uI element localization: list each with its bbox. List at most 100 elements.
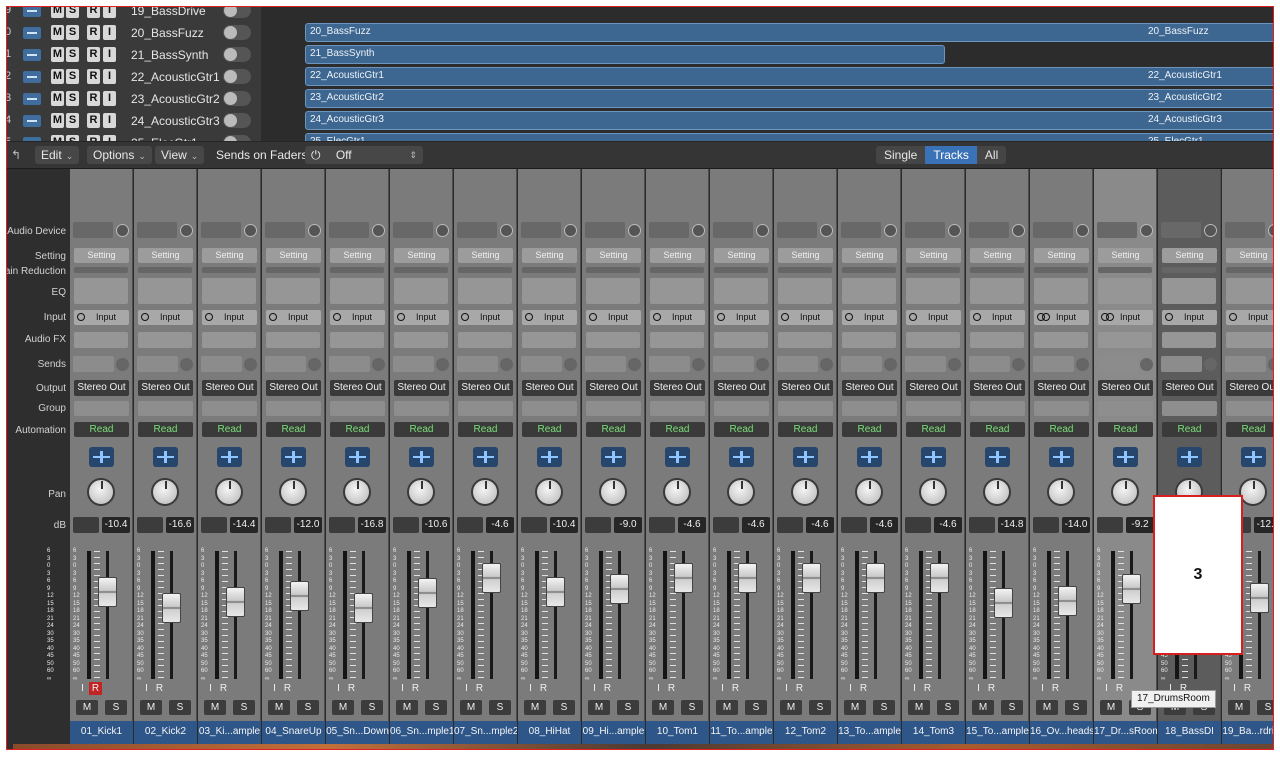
audio-device-knob-icon[interactable] bbox=[372, 224, 385, 237]
track-header[interactable]: 4 MSRI 24_AcousticGtr3 bbox=[7, 110, 261, 133]
pan-knob[interactable] bbox=[1047, 478, 1075, 506]
volume-readout[interactable]: -4.6 bbox=[742, 517, 770, 533]
send-knob-icon[interactable] bbox=[948, 358, 961, 371]
output-slot[interactable]: Stereo Out bbox=[74, 380, 129, 396]
track-on-toggle[interactable] bbox=[223, 69, 251, 84]
solo-button[interactable]: S bbox=[809, 700, 831, 715]
audio-device-slot[interactable] bbox=[905, 222, 945, 238]
input-slot[interactable]: Input bbox=[778, 310, 833, 325]
mono-icon[interactable] bbox=[141, 313, 149, 321]
track-header[interactable]: 1 MSRI 21_BassSynth bbox=[7, 44, 261, 67]
audio-device-knob-icon[interactable] bbox=[1140, 224, 1153, 237]
volume-readout[interactable]: -4.6 bbox=[486, 517, 514, 533]
automation-mode[interactable]: Read bbox=[1098, 422, 1153, 437]
volume-readout[interactable]: -4.6 bbox=[806, 517, 834, 533]
solo-button[interactable]: S bbox=[105, 700, 127, 715]
mono-icon[interactable] bbox=[589, 313, 597, 321]
volume-readout[interactable]: -10.4 bbox=[102, 517, 130, 533]
send-slot[interactable] bbox=[1225, 356, 1266, 372]
group-slot[interactable] bbox=[1034, 401, 1089, 416]
automation-mode[interactable]: Read bbox=[714, 422, 769, 437]
pan-knob[interactable] bbox=[151, 478, 179, 506]
solo-button[interactable]: S bbox=[361, 700, 383, 715]
pan-knob[interactable] bbox=[279, 478, 307, 506]
input-monitor-button[interactable]: I bbox=[652, 682, 665, 695]
solo-button[interactable]: S bbox=[489, 700, 511, 715]
output-slot[interactable]: Stereo Out bbox=[266, 380, 321, 396]
audio-device-knob-icon[interactable] bbox=[948, 224, 961, 237]
volume-fader[interactable] bbox=[802, 562, 821, 593]
mono-icon[interactable] bbox=[397, 313, 405, 321]
audio-device-knob-icon[interactable] bbox=[244, 224, 257, 237]
track-on-toggle[interactable] bbox=[223, 7, 251, 18]
track-r-button[interactable]: R bbox=[87, 135, 100, 141]
audio-device-slot[interactable] bbox=[201, 222, 241, 238]
audio-device-slot[interactable] bbox=[1097, 222, 1137, 238]
group-slot[interactable] bbox=[266, 401, 321, 416]
audio-fx-slot[interactable] bbox=[778, 332, 832, 348]
input-monitor-button[interactable]: I bbox=[140, 682, 153, 695]
volume-fader[interactable] bbox=[226, 587, 245, 618]
mute-button[interactable]: M bbox=[1228, 700, 1250, 715]
mute-button[interactable]: M bbox=[844, 700, 866, 715]
solo-button[interactable]: S bbox=[297, 700, 319, 715]
track-r-button[interactable]: R bbox=[87, 113, 100, 128]
input-monitor-button[interactable]: I bbox=[844, 682, 857, 695]
record-enable-button[interactable]: R bbox=[601, 682, 614, 695]
group-slot[interactable] bbox=[650, 401, 705, 416]
input-slot[interactable]: Input bbox=[458, 310, 513, 325]
output-slot[interactable]: Stereo Out bbox=[202, 380, 257, 396]
mute-button[interactable]: M bbox=[652, 700, 674, 715]
mute-button[interactable]: M bbox=[716, 700, 738, 715]
automation-mode[interactable]: Read bbox=[650, 422, 705, 437]
volume-fader[interactable] bbox=[98, 577, 117, 608]
pan-knob[interactable] bbox=[791, 478, 819, 506]
audio-fx-slot[interactable] bbox=[714, 332, 768, 348]
pan-knob[interactable] bbox=[919, 478, 947, 506]
track-name[interactable]: 19_BassDrive bbox=[131, 7, 206, 18]
send-knob-icon[interactable] bbox=[1012, 358, 1025, 371]
mute-button[interactable]: M bbox=[1036, 700, 1058, 715]
send-slot[interactable] bbox=[585, 356, 626, 372]
output-slot[interactable]: Stereo Out bbox=[138, 380, 193, 396]
group-slot[interactable] bbox=[842, 401, 897, 416]
setting-button[interactable]: Setting bbox=[1034, 248, 1089, 263]
send-slot[interactable] bbox=[777, 356, 818, 372]
single-view-button[interactable]: Single bbox=[876, 146, 925, 164]
back-icon[interactable]: ↰ bbox=[11, 146, 21, 164]
audio-fx-slot[interactable] bbox=[202, 332, 256, 348]
track-header[interactable]: 2 MSRI 22_AcousticGtr1 bbox=[7, 66, 261, 89]
volume-fader[interactable] bbox=[866, 562, 885, 593]
mute-button[interactable]: M bbox=[332, 700, 354, 715]
automation-mode[interactable]: Read bbox=[522, 422, 577, 437]
mute-button[interactable]: M bbox=[588, 700, 610, 715]
volume-readout[interactable]: -10.6 bbox=[422, 517, 450, 533]
audio-device-slot[interactable] bbox=[649, 222, 689, 238]
audio-fx-slot[interactable] bbox=[138, 332, 192, 348]
input-slot[interactable]: Input bbox=[394, 310, 449, 325]
audio-device-slot[interactable] bbox=[137, 222, 177, 238]
eq-display[interactable] bbox=[970, 278, 1024, 304]
audio-device-knob-icon[interactable] bbox=[628, 224, 641, 237]
track-r-button[interactable]: R bbox=[87, 7, 100, 18]
audio-device-knob-icon[interactable] bbox=[436, 224, 449, 237]
send-slot[interactable] bbox=[393, 356, 434, 372]
send-slot[interactable] bbox=[1161, 356, 1202, 372]
mute-button[interactable]: M bbox=[204, 700, 226, 715]
track-s-button[interactable]: S bbox=[66, 47, 79, 62]
track-name[interactable]: 21_BassSynth bbox=[131, 48, 208, 62]
setting-button[interactable]: Setting bbox=[586, 248, 641, 263]
group-slot[interactable] bbox=[394, 401, 449, 416]
setting-button[interactable]: Setting bbox=[1162, 248, 1217, 263]
volume-fader[interactable] bbox=[546, 577, 565, 608]
solo-button[interactable]: S bbox=[745, 700, 767, 715]
audio-device-slot[interactable] bbox=[777, 222, 817, 238]
mono-icon[interactable] bbox=[781, 313, 789, 321]
input-monitor-button[interactable]: I bbox=[268, 682, 281, 695]
audio-waveform-icon[interactable] bbox=[793, 447, 818, 467]
output-slot[interactable]: Stereo Out bbox=[1034, 380, 1089, 396]
automation-mode[interactable]: Read bbox=[906, 422, 961, 437]
output-slot[interactable]: Stereo Out bbox=[522, 380, 577, 396]
track-m-button[interactable]: M bbox=[51, 69, 64, 84]
input-monitor-button[interactable]: I bbox=[1100, 682, 1113, 695]
